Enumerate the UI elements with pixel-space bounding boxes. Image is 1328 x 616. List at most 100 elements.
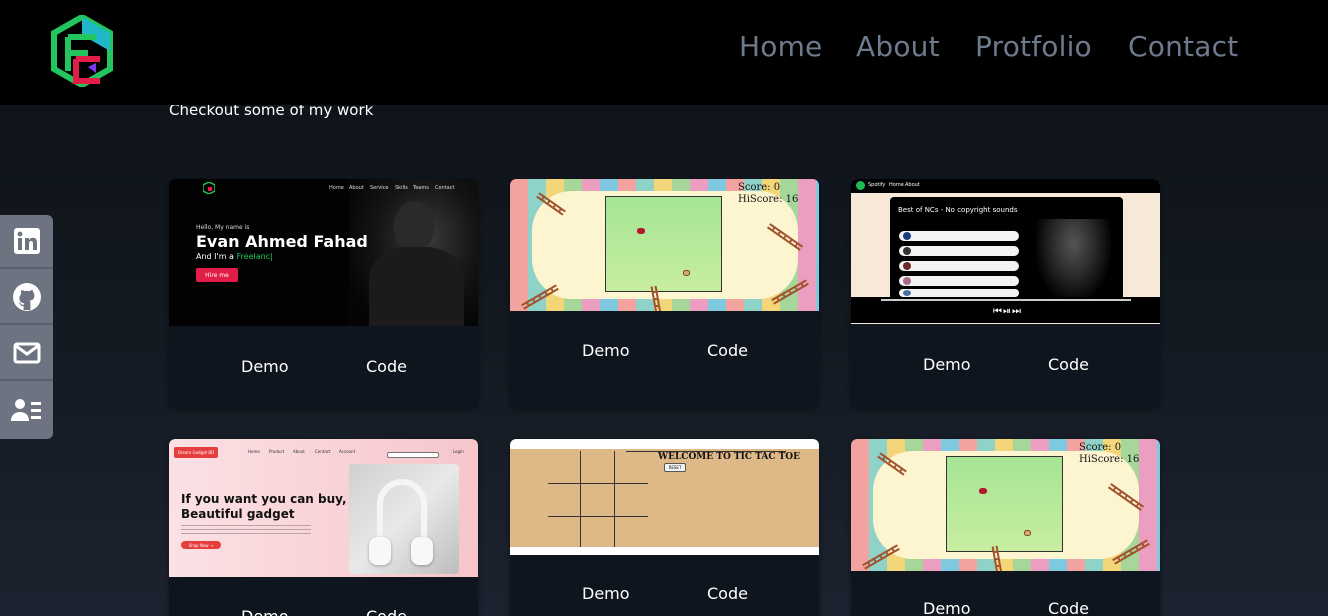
thumb-paragraph — [181, 525, 311, 535]
food-icon — [979, 488, 987, 494]
thumb-nav-item: Home — [329, 185, 344, 191]
thumb-nav-item: Account — [339, 449, 356, 454]
contact-card-icon — [10, 399, 41, 421]
spotify-logo-icon — [856, 181, 865, 190]
code-button[interactable]: Code — [366, 357, 407, 376]
project-card-tic-tac-toe: WELCOME TO TIC TAC TOE RESET Demo Code — [510, 439, 819, 616]
thumb-nav-item: Service — [370, 185, 389, 191]
grid-line — [614, 451, 615, 549]
song-row — [899, 289, 1019, 297]
thumb-role: And I'm a Freelanc| — [196, 252, 273, 261]
thumb-nav-item: About — [293, 449, 305, 454]
code-button[interactable]: Code — [366, 607, 407, 616]
thumb-hire-button: Hire me — [196, 268, 238, 282]
thumb-headline: If you want you can buy, Beautiful gadget — [181, 492, 347, 522]
thumb-headline-line: Beautiful gadget — [181, 507, 295, 521]
project-thumbnail[interactable]: Score: 0 HiScore: 16 — [510, 179, 819, 311]
project-thumbnail[interactable]: WELCOME TO TIC TAC TOE RESET — [510, 439, 819, 555]
portrait-head — [394, 201, 434, 249]
demo-button[interactable]: Demo — [923, 355, 971, 374]
portrait-body — [369, 247, 464, 326]
social-sidebar — [0, 215, 53, 439]
code-button[interactable]: Code — [707, 341, 748, 360]
game-board — [605, 196, 722, 292]
snake-head-icon — [683, 270, 690, 276]
project-thumbnail[interactable]: Home About Service Skills Teams Contact … — [169, 179, 478, 326]
headphone-cup — [369, 537, 391, 565]
logo[interactable] — [50, 13, 114, 89]
nav-home[interactable]: Home — [739, 30, 823, 63]
hiscore-label: HiScore: 16 — [1079, 454, 1140, 465]
thumb-headline-line: If you want you can buy, — [181, 492, 347, 506]
thumb-nav-item: Teams — [413, 185, 429, 191]
grid-line — [580, 451, 581, 549]
project-card-snake-game: Score: 0 HiScore: 16 Demo Code — [510, 179, 819, 407]
github-link[interactable] — [0, 271, 53, 325]
snake-head-icon — [1024, 530, 1031, 536]
song-row — [899, 231, 1019, 241]
hiscore-label: HiScore: 16 — [738, 194, 799, 205]
score-label: Score: 0 — [1079, 442, 1122, 453]
song-cover — [903, 262, 911, 270]
thumb-brand: Spotify — [868, 182, 886, 188]
thumb-title: WELCOME TO TIC TAC TOE — [658, 452, 801, 462]
song-cover — [903, 290, 911, 296]
thumb-footer-bar — [510, 547, 819, 555]
thumb-nav-item: Home — [248, 449, 260, 454]
portrait-backdrop — [1036, 219, 1111, 301]
thumb-shop-button: Shop Now → — [181, 541, 221, 549]
thumb-name: Evan Ahmed Fahad — [196, 232, 368, 251]
player-controls-icon: ⏮⏯⏭ — [993, 306, 1022, 317]
score-label: Score: 0 — [738, 182, 781, 193]
song-row — [899, 261, 1019, 271]
project-card-gadget-shop: Dream Gadget BD Home Product About Conta… — [169, 439, 478, 616]
song-row — [899, 276, 1019, 286]
project-thumbnail[interactable]: Spotify Home About Best of NCs - No copy… — [851, 179, 1160, 324]
nav-portfolio[interactable]: Protfolio — [975, 30, 1092, 63]
demo-button[interactable]: Demo — [582, 341, 630, 360]
ladder-decoration — [862, 544, 900, 570]
thumb-role-highlight: Freelanc| — [236, 252, 273, 261]
mini-logo-icon — [203, 182, 215, 194]
demo-button[interactable]: Demo — [241, 607, 289, 616]
grid-line — [548, 516, 648, 517]
thumb-nav-item: Product — [269, 449, 285, 454]
mail-icon — [13, 342, 40, 364]
demo-button[interactable]: Demo — [582, 584, 630, 603]
thumb-greeting: Hello, My name is — [196, 224, 250, 231]
linkedin-icon — [13, 228, 40, 254]
thumb-nav-item: Contact — [315, 449, 331, 454]
progress-bar — [881, 299, 1131, 301]
project-card-portfolio: Home About Service Skills Teams Contact … — [169, 179, 478, 407]
thumb-topbar — [510, 439, 819, 449]
code-button[interactable]: Code — [707, 584, 748, 603]
ladder-decoration — [521, 284, 559, 310]
email-link[interactable] — [0, 327, 53, 381]
thumb-login: Login — [453, 449, 464, 454]
thumb-nav-item: Skills — [395, 185, 408, 191]
project-thumbnail[interactable]: Dream Gadget BD Home Product About Conta… — [169, 439, 478, 577]
github-icon — [12, 283, 41, 311]
nav-about[interactable]: About — [856, 30, 940, 63]
thumb-role-prefix: And I'm a — [196, 252, 234, 261]
song-cover — [903, 247, 911, 255]
thumb-nav-item: Contact — [435, 185, 455, 191]
headphone-cup — [411, 537, 433, 565]
food-icon — [637, 228, 645, 234]
demo-button[interactable]: Demo — [241, 357, 289, 376]
code-button[interactable]: Code — [1048, 355, 1089, 374]
nav-contact[interactable]: Contact — [1128, 30, 1238, 63]
game-board — [946, 456, 1063, 552]
navbar: Home About Protfolio Contact — [0, 0, 1328, 105]
thumb-reset-button: RESET — [664, 463, 686, 472]
thumb-brand: Dream Gadget BD — [174, 447, 218, 458]
project-thumbnail[interactable]: Score: 0 HiScore: 16 — [851, 439, 1160, 571]
thumb-nav-item: Home — [889, 182, 904, 188]
thumb-nav-item: About — [349, 185, 364, 191]
demo-button[interactable]: Demo — [923, 599, 971, 616]
resume-link[interactable] — [0, 383, 53, 437]
thumb-nav-item: About — [905, 182, 920, 188]
code-button[interactable]: Code — [1048, 599, 1089, 616]
song-cover — [903, 232, 911, 240]
linkedin-link[interactable] — [0, 215, 53, 269]
